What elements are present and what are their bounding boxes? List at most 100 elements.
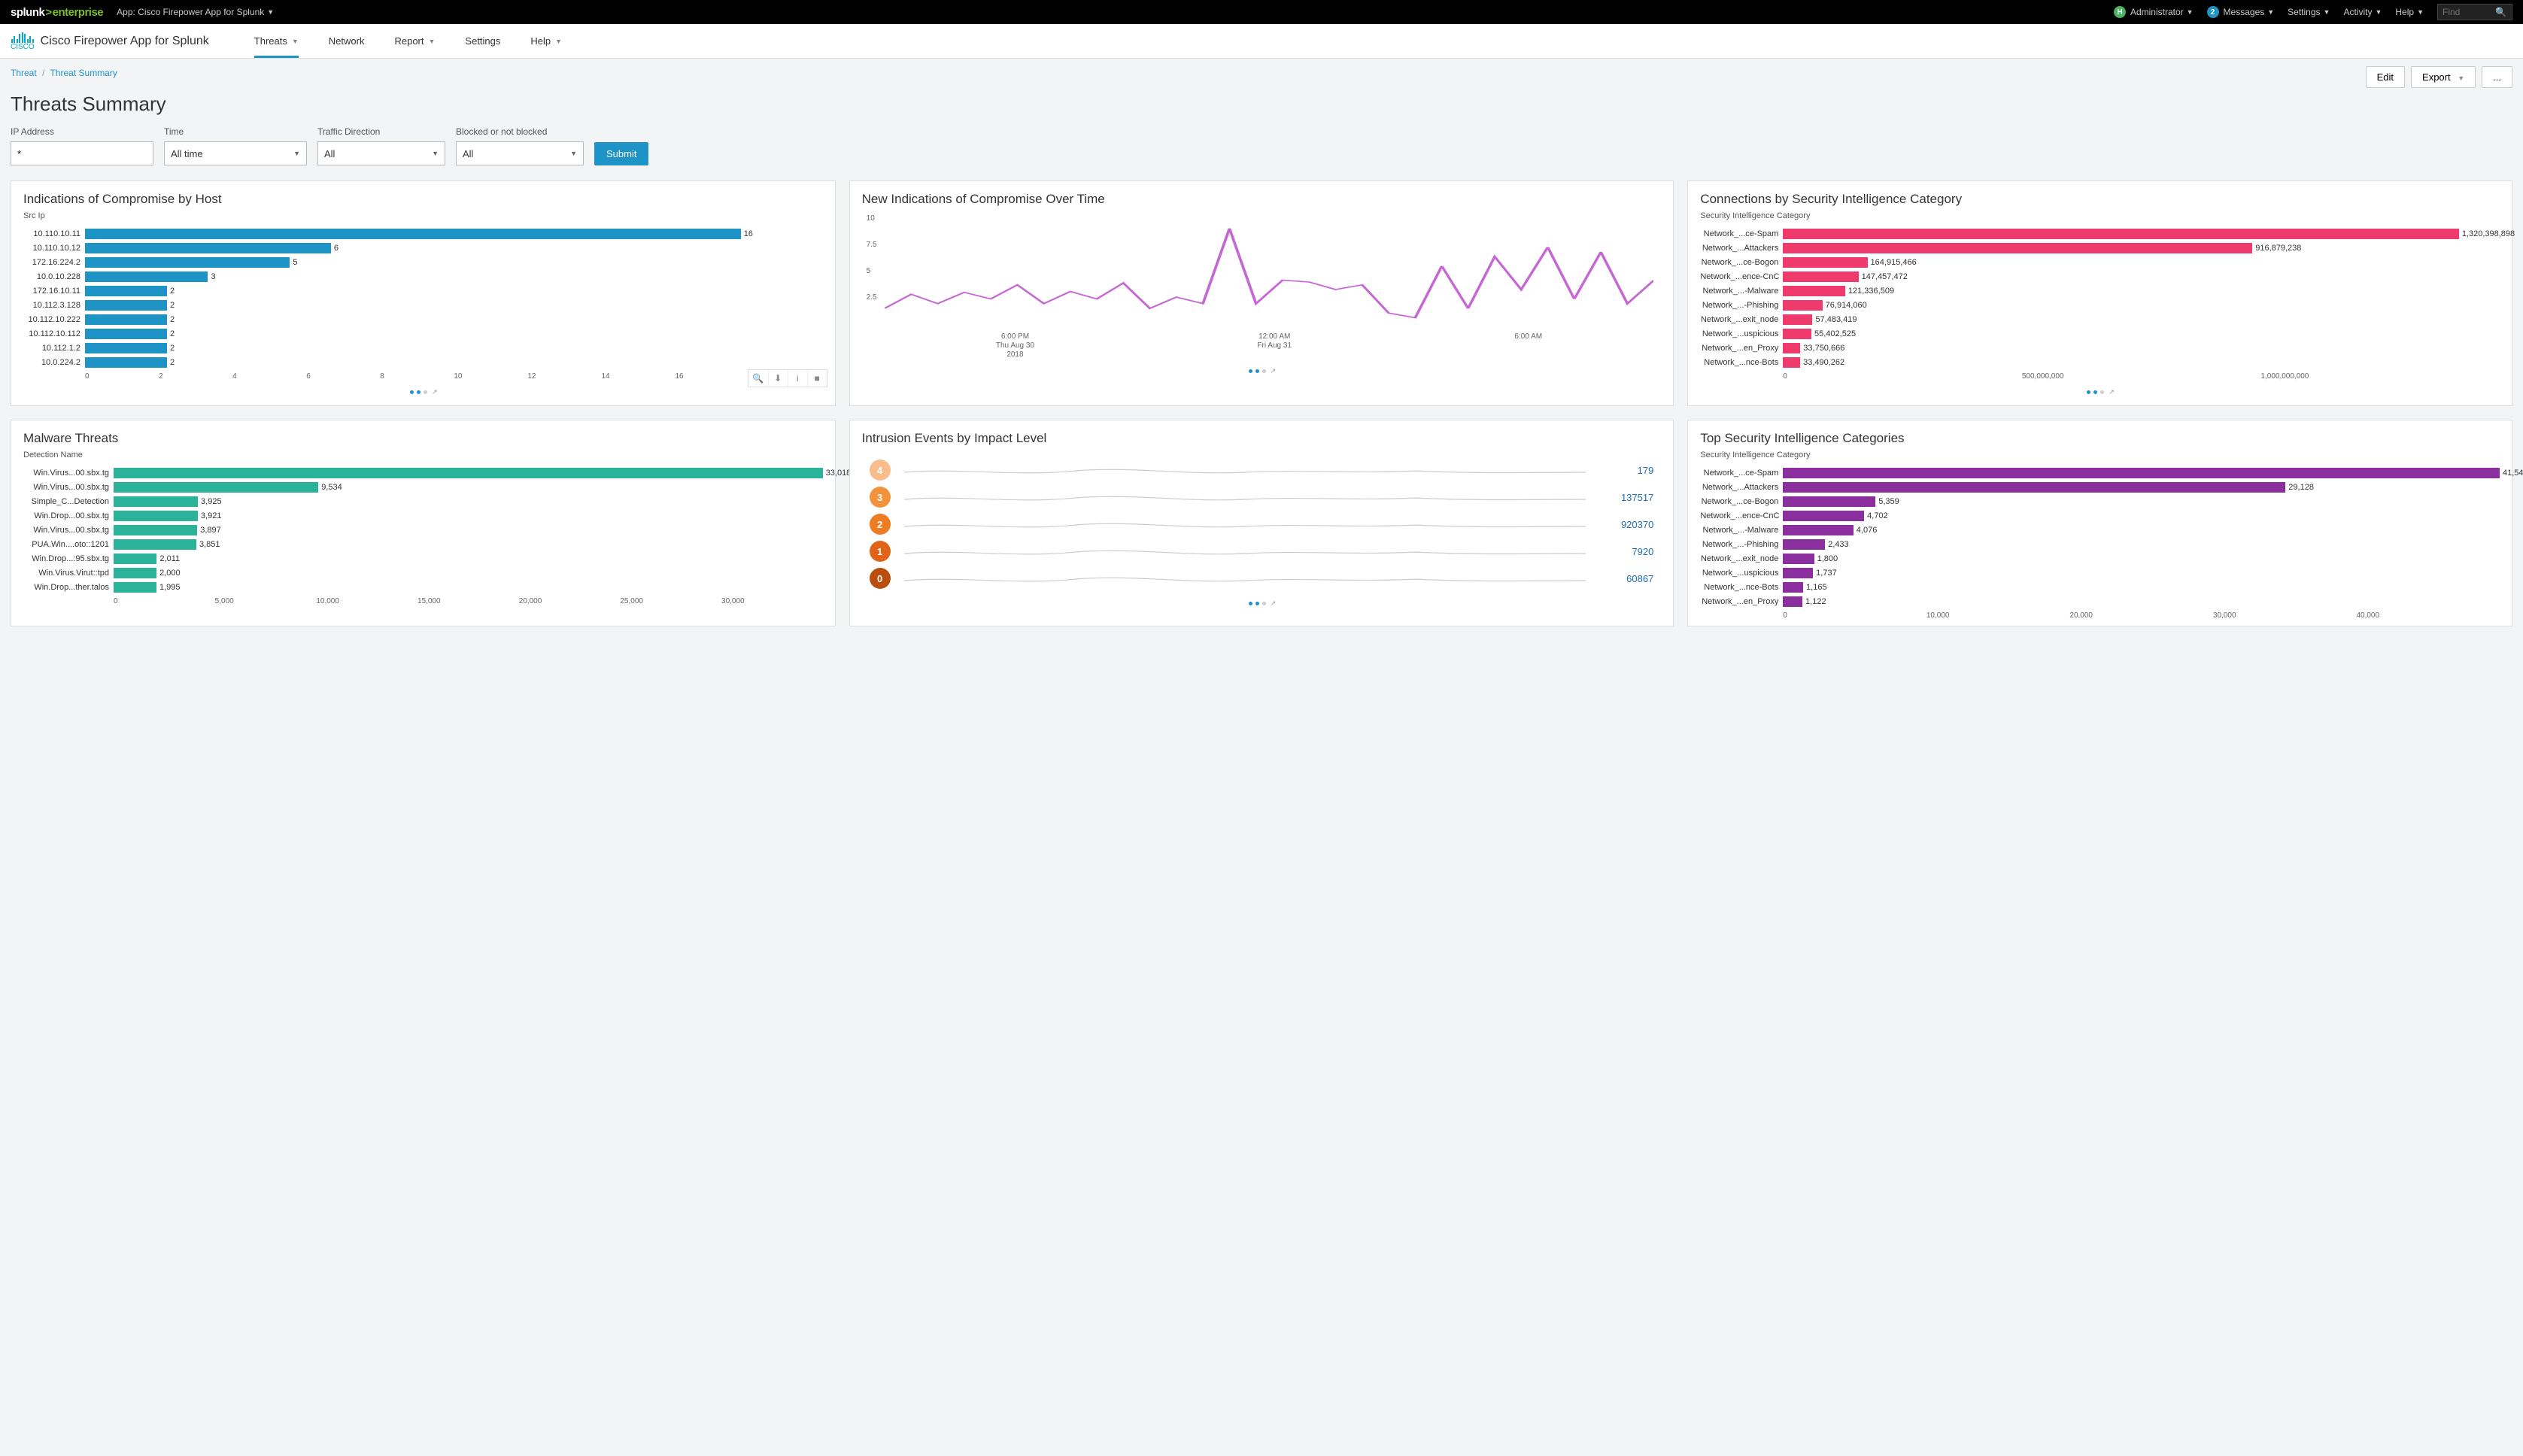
panel-pager[interactable]: ↗ <box>23 381 823 399</box>
nav-tab-threats[interactable]: Threats▼ <box>254 24 299 58</box>
bar-row[interactable]: Network_...Attackers29,128 <box>1700 480 2500 494</box>
nav-tab-report[interactable]: Report▼ <box>394 24 435 58</box>
chart-top-si[interactable]: Network_...ce-Spam41,542Network_...Attac… <box>1700 466 2500 608</box>
search-icon[interactable]: 🔍 <box>2495 7 2506 17</box>
bar-row[interactable]: Network_...exit_node57,483,419 <box>1700 312 2500 326</box>
info-icon[interactable]: i <box>788 370 807 387</box>
export-button[interactable]: Export ▼ <box>2411 66 2476 88</box>
blocked-select[interactable]: All ▼ <box>456 141 584 165</box>
bar-row[interactable]: 10.110.10.1116 <box>23 226 823 241</box>
bar-row[interactable]: Network_...en_Proxy33,750,666 <box>1700 341 2500 355</box>
bar-row[interactable]: Win.Drop...ther.talos1,995 <box>23 580 823 594</box>
bar-row[interactable]: Network_...Attackers916,879,238 <box>1700 241 2500 255</box>
bar-row[interactable]: Network_...ce-Spam1,320,398,898 <box>1700 226 2500 241</box>
app-selector[interactable]: App: Cisco Firepower App for Splunk ▼ <box>117 7 274 17</box>
bar-row[interactable]: 172.16.10.112 <box>23 284 823 298</box>
bar-row[interactable]: Network_...-Phishing2,433 <box>1700 537 2500 551</box>
bar-row[interactable]: 10.0.224.22 <box>23 355 823 369</box>
edit-button[interactable]: Edit <box>2366 66 2405 88</box>
bar-row[interactable]: Win.Drop...:95.sbx.tg2,011 <box>23 551 823 566</box>
user-menu[interactable]: H Administrator ▼ <box>2114 6 2194 18</box>
settings-menu[interactable]: Settings ▼ <box>2288 7 2330 17</box>
bar-row[interactable]: Network_...ence-CnC147,457,472 <box>1700 269 2500 284</box>
bar-row[interactable]: 10.112.10.1122 <box>23 326 823 341</box>
messages-menu[interactable]: 2 Messages ▼ <box>2207 6 2275 18</box>
impact-row[interactable]: 4179 <box>870 457 1654 484</box>
bar-fill <box>1783 329 1811 339</box>
bar-row[interactable]: Network_...ce-Bogon5,359 <box>1700 494 2500 508</box>
panel-pager[interactable]: ↗ <box>862 359 1662 378</box>
help-menu[interactable]: Help ▼ <box>2395 7 2424 17</box>
bar-category: Network_...-Phishing <box>1700 301 1783 310</box>
panel-pager[interactable]: ↗ <box>862 592 1662 611</box>
direction-select[interactable]: All ▼ <box>317 141 445 165</box>
bar-value: 16 <box>741 229 753 239</box>
more-button[interactable]: ... <box>2482 66 2512 88</box>
activity-menu[interactable]: Activity ▼ <box>2343 7 2382 17</box>
bar-row[interactable]: Network_...uspicious55,402,525 <box>1700 326 2500 341</box>
search-icon[interactable]: 🔍 <box>748 370 768 387</box>
breadcrumb-threat[interactable]: Threat <box>11 68 37 78</box>
nav-tab-settings[interactable]: Settings <box>465 24 500 58</box>
bar-row[interactable]: Network_...-Malware121,336,509 <box>1700 284 2500 298</box>
time-select[interactable]: All time ▼ <box>164 141 307 165</box>
nav-tab-help[interactable]: Help▼ <box>530 24 562 58</box>
submit-button[interactable]: Submit <box>594 142 648 165</box>
impact-row[interactable]: 17920 <box>870 538 1654 565</box>
panel-pager[interactable]: ↗ <box>1700 381 2500 399</box>
impact-row[interactable]: 3137517 <box>870 484 1654 511</box>
bar-row[interactable]: PUA.Win....oto::12013,851 <box>23 537 823 551</box>
bar-row[interactable]: Simple_C...Detection3,925 <box>23 494 823 508</box>
bar-fill <box>1783 257 1867 268</box>
bar-row[interactable]: 10.112.1.22 <box>23 341 823 355</box>
bar-category: Network_...ence-CnC <box>1700 511 1783 520</box>
chart-xaxis: 05,00010,00015,00020,00025,00030,000 <box>23 597 823 605</box>
impact-row[interactable]: 2920370 <box>870 511 1654 538</box>
bar-value: 29,128 <box>2285 482 2314 493</box>
bar-row[interactable]: Network_...-Phishing76,914,060 <box>1700 298 2500 312</box>
ip-input[interactable] <box>11 141 153 165</box>
nav-tab-label: Settings <box>465 35 500 47</box>
global-find[interactable]: 🔍 <box>2437 4 2512 20</box>
bar-row[interactable]: Network_...uspicious1,737 <box>1700 566 2500 580</box>
bar-value: 33,490,262 <box>1800 357 1844 368</box>
bar-row[interactable]: Network_...en_Proxy1,122 <box>1700 594 2500 608</box>
breadcrumb-summary[interactable]: Threat Summary <box>50 68 117 78</box>
bar-row[interactable]: Network_...ce-Bogon164,915,466 <box>1700 255 2500 269</box>
bar-fill <box>114 511 198 521</box>
bar-row[interactable]: Win.Virus...00.sbx.tg9,534 <box>23 480 823 494</box>
nav-tab-network[interactable]: Network <box>329 24 365 58</box>
chart-impact[interactable]: 41793137517292037017920060867 <box>862 450 1662 592</box>
bar-row[interactable]: Network_...exit_node1,800 <box>1700 551 2500 566</box>
bar-fill <box>114 568 156 578</box>
bar-row[interactable]: Network_...nce-Bots33,490,262 <box>1700 355 2500 369</box>
bar-row[interactable]: 10.0.10.2283 <box>23 269 823 284</box>
bar-row[interactable]: Win.Virus.Virut::tpd2,000 <box>23 566 823 580</box>
stop-icon[interactable]: ■ <box>807 370 827 387</box>
bar-value: 2 <box>167 300 175 311</box>
bar-row[interactable]: 10.112.10.2222 <box>23 312 823 326</box>
bar-row[interactable]: Network_...nce-Bots1,165 <box>1700 580 2500 594</box>
download-icon[interactable]: ⬇ <box>768 370 788 387</box>
chart-ioc-host[interactable]: 10.110.10.111610.110.10.126172.16.224.25… <box>23 226 823 369</box>
bar-row[interactable]: 10.112.3.1282 <box>23 298 823 312</box>
bar-fill <box>1783 568 1813 578</box>
bar-row[interactable]: Network_...ence-CnC4,702 <box>1700 508 2500 523</box>
bar-fill <box>85 271 208 282</box>
bar-row[interactable]: Win.Virus...00.sbx.tg33,018 <box>23 466 823 480</box>
impact-row[interactable]: 060867 <box>870 565 1654 592</box>
find-input[interactable] <box>2443 7 2495 17</box>
splunk-logo[interactable]: splunk > enterprise <box>11 6 103 19</box>
user-menu-label: Administrator <box>2130 7 2184 17</box>
chart-conn-cat[interactable]: Network_...ce-Spam1,320,398,898Network_.… <box>1700 226 2500 369</box>
bar-row[interactable]: 172.16.224.25 <box>23 255 823 269</box>
axis-tick: 40,000 <box>2356 611 2500 620</box>
bar-fill <box>114 539 196 550</box>
chart-malware[interactable]: Win.Virus...00.sbx.tg33,018Win.Virus...0… <box>23 466 823 594</box>
bar-row[interactable]: 10.110.10.126 <box>23 241 823 255</box>
bar-row[interactable]: Win.Virus...00.sbx.tg3,897 <box>23 523 823 537</box>
bar-row[interactable]: Network_...ce-Spam41,542 <box>1700 466 2500 480</box>
bar-row[interactable]: Network_...-Malware4,076 <box>1700 523 2500 537</box>
bar-row[interactable]: Win.Drop...00.sbx.tg3,921 <box>23 508 823 523</box>
chart-ioc-time[interactable]: 107.552.5 <box>862 211 1662 329</box>
